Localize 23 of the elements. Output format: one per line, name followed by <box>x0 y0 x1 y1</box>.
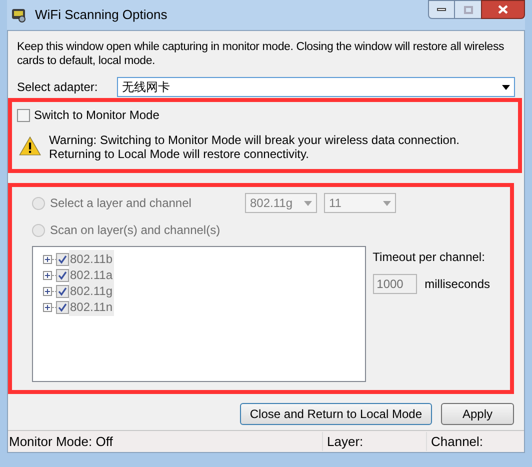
radio-label: Scan on layer(s) and channel(s) <box>50 222 220 239</box>
minimize-button[interactable] <box>428 0 455 19</box>
status-text: Monitor Mode: Off <box>8 432 114 451</box>
close-button[interactable] <box>481 0 525 19</box>
apply-button[interactable]: Apply <box>441 403 514 425</box>
dropdown-arrow-icon <box>502 84 510 90</box>
adapter-dropdown[interactable]: 无线网卡 <box>117 77 515 97</box>
timeout-label: Timeout per channel: <box>372 249 486 266</box>
adapter-label: Select adapter: <box>17 79 99 96</box>
monitor-mode-label: Switch to Monitor Mode <box>34 107 160 124</box>
timeout-unit: milliseconds <box>424 276 490 293</box>
window-title: WiFi Scanning Options <box>35 6 168 24</box>
status-text: Channel: <box>426 432 524 452</box>
warning-text: Warning: Switching to Monitor Mode will break your wireless data connection. Returning to Local Mode will restore connectivity. <box>49 133 460 161</box>
intro-text: Keep this window open while capturing in monitor mode. Closing the window will restore all wireless cards to default, local mode. <box>17 40 506 68</box>
checkbox[interactable] <box>17 108 30 122</box>
close-local-mode-button[interactable]: Close and Return to Local Mode <box>240 403 432 425</box>
dropdown-arrow-icon <box>383 200 391 206</box>
app-icon <box>11 7 27 23</box>
dropdown-arrow-icon <box>304 200 312 206</box>
status-text: Layer: <box>322 432 426 452</box>
close-icon <box>498 5 508 14</box>
radio-label: Select a layer and channel <box>50 195 192 212</box>
